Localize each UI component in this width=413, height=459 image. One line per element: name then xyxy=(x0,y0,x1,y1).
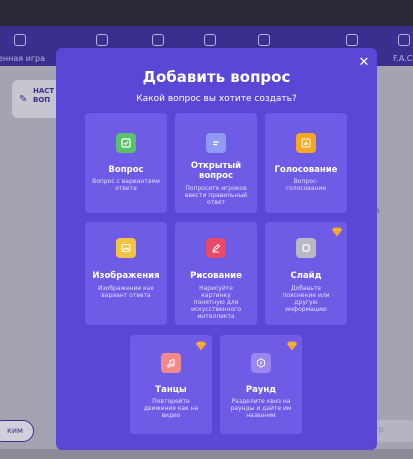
card-title: Слайд xyxy=(290,271,322,281)
bottom-strip xyxy=(0,449,413,459)
nav-item-icon[interactable] xyxy=(398,34,410,46)
back-button[interactable]: ким xyxy=(0,420,34,442)
nav-item-icon[interactable] xyxy=(204,34,216,46)
pencil-icon xyxy=(206,238,226,258)
image-icon xyxy=(116,238,136,258)
premium-diamond-icon xyxy=(196,341,206,351)
modal-subtitle: Какой вопрос вы хотите создать? xyxy=(136,94,297,104)
card-description: Добавьте пояснение или другую информацию xyxy=(282,285,330,313)
premium-diamond-icon xyxy=(287,341,297,351)
question-type-images[interactable]: Изображения Изображение как вариант отве… xyxy=(85,222,167,325)
card-title: Вопрос xyxy=(108,165,144,175)
nav-item-label: енная игра xyxy=(0,54,46,63)
pencil-icon: ✎ xyxy=(19,94,28,105)
nav-item-icon[interactable] xyxy=(258,34,270,46)
card-title: Рисование xyxy=(190,271,242,281)
question-type-slide[interactable]: Слайд Добавьте пояснение или другую инфо… xyxy=(265,222,347,325)
card-description: Вопрос с вариантами ответа xyxy=(92,178,160,192)
nav-item-icon[interactable] xyxy=(152,34,164,46)
nav-item-icon[interactable] xyxy=(96,34,108,46)
question-type-quiz[interactable]: Вопрос Вопрос с вариантами ответа xyxy=(85,113,167,213)
card-title: Танцы xyxy=(155,385,187,395)
round-badge-icon xyxy=(251,353,271,373)
modal-title: Добавить вопрос xyxy=(142,68,291,86)
premium-diamond-icon xyxy=(332,227,342,237)
card-description: Разделите квиз на раунды и дайте им назв… xyxy=(230,398,292,419)
top-bar xyxy=(0,0,413,26)
nav-item-label: F.A.C xyxy=(393,54,413,63)
question-type-drawing[interactable]: Рисование Нарисуйте картинку понятную дл… xyxy=(175,222,257,325)
card-title: Голосование xyxy=(274,165,338,175)
card-description: Изображение как вариант ответа xyxy=(98,285,154,299)
text-lines-icon xyxy=(206,133,226,153)
card-description: Вопрос-голосование xyxy=(285,178,327,192)
music-note-icon xyxy=(161,353,181,373)
card-description: Нарисуйте картинку понятную для искусств… xyxy=(190,285,242,320)
settings-card-label: НАСТ ВОП xyxy=(33,87,55,104)
nav-item-icon[interactable] xyxy=(346,34,358,46)
card-title: Изображения xyxy=(92,271,160,281)
checkbox-icon xyxy=(116,133,136,153)
bar-chart-icon xyxy=(296,133,316,153)
question-type-open[interactable]: Открытый вопрос Попросите игроков ввести… xyxy=(175,113,257,213)
card-title: Раунд xyxy=(245,385,277,395)
question-type-poll[interactable]: Голосование Вопрос-голосование xyxy=(265,113,347,213)
card-description: Повторейте движения как на видео xyxy=(143,398,199,419)
nav-item-icon[interactable] xyxy=(14,34,26,46)
slide-icon xyxy=(296,238,316,258)
card-title: Открытый вопрос xyxy=(190,161,242,181)
card-description: Попросите игроков ввести правильный отве… xyxy=(184,185,248,206)
